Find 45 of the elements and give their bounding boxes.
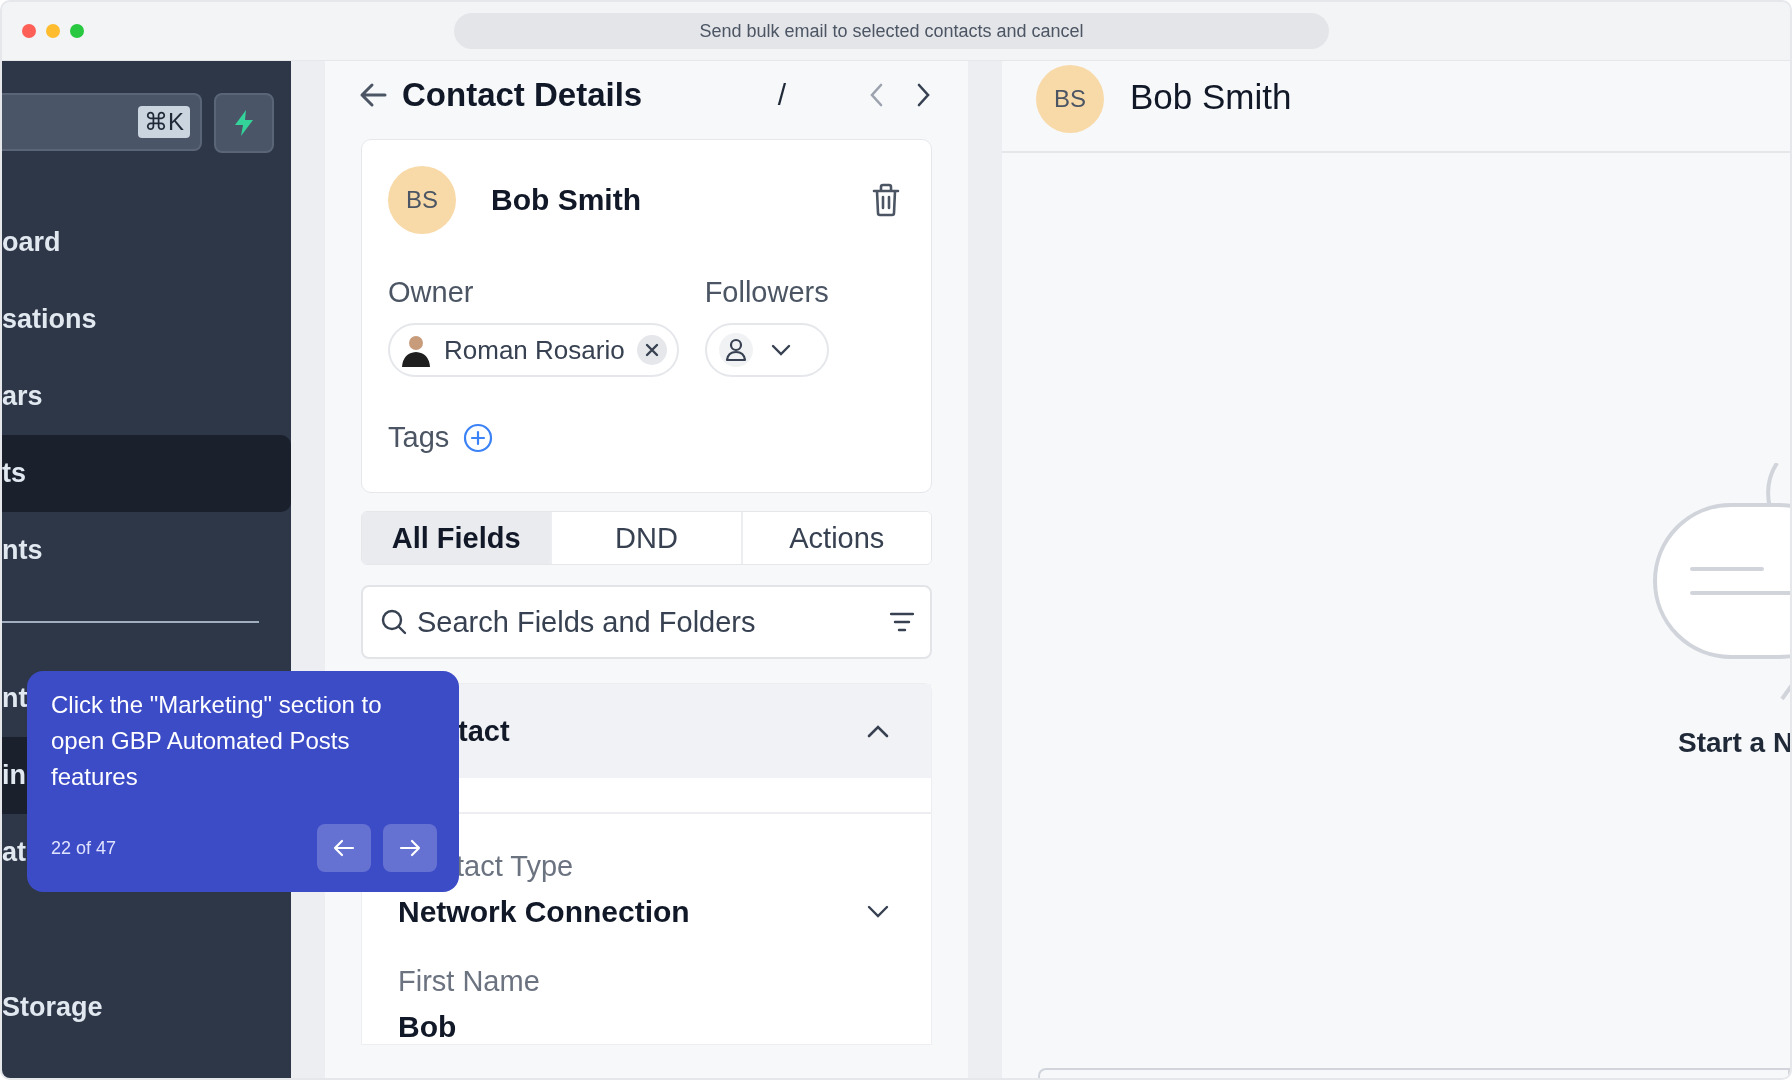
back-arrow-icon[interactable]: [358, 82, 388, 108]
panel-title: Contact Details: [402, 76, 644, 114]
nav-item[interactable]: sations: [2, 281, 291, 358]
field-label: First Name: [398, 965, 541, 998]
next-step-button[interactable]: [383, 824, 437, 872]
avatar: BS: [1036, 65, 1104, 133]
add-icon[interactable]: [463, 422, 494, 453]
nav-item[interactable]: oard: [2, 204, 291, 281]
close-window-button[interactable]: [22, 24, 36, 38]
followers-label: Followers: [704, 276, 829, 309]
tags-label: Tags: [388, 421, 450, 454]
nav-item[interactable]: ts: [2, 435, 291, 512]
owner-name: Roman Rosario: [444, 334, 625, 366]
nav-item[interactable]: ars: [2, 358, 291, 435]
owner-label: Owner: [388, 276, 475, 309]
avatar: BS: [388, 166, 456, 234]
record-counter: /: [777, 78, 786, 112]
conversation-title: Bob Smith: [1130, 77, 1292, 117]
nav-item[interactable]: nts: [2, 512, 291, 589]
arrow-right-icon: [399, 839, 421, 857]
search-input[interactable]: Search Fields and Folders: [417, 605, 880, 639]
owner-chip[interactable]: Roman Rosario: [388, 323, 679, 377]
tab[interactable]: All Fields: [362, 512, 551, 564]
filter-icon[interactable]: [890, 612, 914, 632]
search-field[interactable]: ⌘K: [2, 93, 202, 151]
search-icon: [381, 609, 407, 635]
quick-action-button[interactable]: [214, 93, 274, 153]
user-icon: [718, 333, 753, 367]
remove-icon[interactable]: [636, 335, 667, 365]
contact-name: Bob Smith: [491, 183, 642, 217]
tab[interactable]: Actions: [740, 512, 931, 564]
select-field[interactable]: Network Connection: [398, 895, 895, 929]
search-field[interactable]: Search Fields and Folders: [361, 585, 932, 659]
followers-dropdown[interactable]: [704, 323, 829, 377]
previous-step-button[interactable]: [317, 824, 371, 872]
window-title: Send bulk email to selected contacts and cancel: [454, 13, 1329, 49]
trash-icon[interactable]: [871, 183, 901, 217]
chevron-down-icon: [867, 905, 889, 919]
lightning-icon: [233, 110, 255, 136]
chevron-icon: [867, 724, 889, 738]
arrow-left-icon: [333, 839, 355, 857]
shortcut-badge: ⌘K: [138, 106, 190, 138]
chevron-down-icon: [770, 344, 791, 356]
field-value[interactable]: Bob: [398, 1010, 895, 1044]
nav-item[interactable]: Storage: [2, 969, 291, 1046]
